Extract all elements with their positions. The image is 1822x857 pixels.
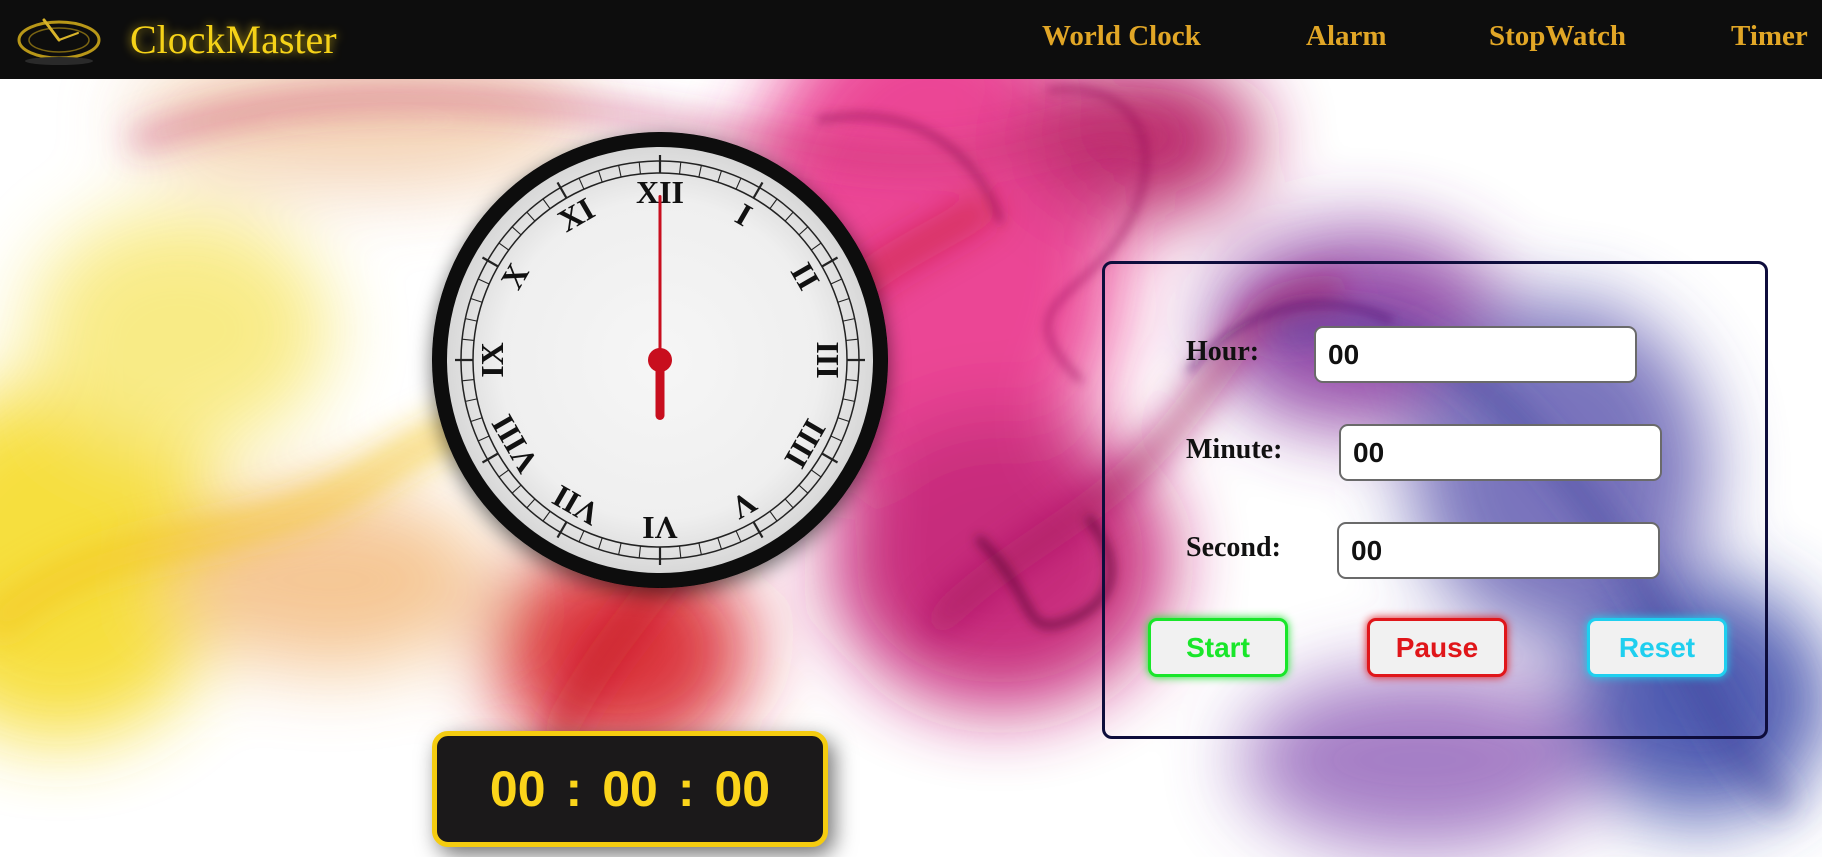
- display-minutes: 00: [602, 761, 658, 817]
- clock-numeral: IX: [474, 342, 510, 378]
- display-hours: 00: [489, 761, 546, 817]
- nav-alarm[interactable]: Alarm: [1306, 20, 1387, 53]
- nav-timer[interactable]: Timer: [1731, 20, 1808, 53]
- minute-label: Minute:: [1186, 434, 1283, 465]
- clock-numeral: VI: [642, 510, 678, 546]
- nav-stopwatch[interactable]: StopWatch: [1489, 20, 1626, 53]
- digital-time-display: 00 : 00 : 00: [432, 731, 828, 847]
- nav-world-clock[interactable]: World Clock: [1042, 20, 1201, 53]
- brand-title[interactable]: ClockMaster: [130, 16, 337, 63]
- timer-panel: Hour: Minute: Second: Start Pause Reset: [1102, 261, 1768, 739]
- display-separator: :: [565, 761, 583, 817]
- second-input[interactable]: [1337, 522, 1660, 579]
- hour-input[interactable]: [1314, 326, 1637, 383]
- top-navbar: ClockMaster World Clock Alarm StopWatch …: [0, 0, 1822, 79]
- display-seconds: 00: [714, 761, 771, 817]
- clock-center-pin: [648, 348, 672, 372]
- hour-label: Hour:: [1186, 336, 1260, 367]
- start-button[interactable]: Start: [1148, 618, 1288, 677]
- display-separator: :: [677, 761, 695, 817]
- minute-input[interactable]: [1339, 424, 1662, 481]
- analog-clock: XII I II III IIII V VI VII VIII IX X XI: [428, 128, 892, 592]
- reset-button[interactable]: Reset: [1587, 618, 1727, 677]
- second-label: Second:: [1186, 532, 1281, 563]
- pause-button[interactable]: Pause: [1367, 618, 1507, 677]
- clock-numeral: III: [810, 341, 846, 378]
- clock-logo-icon[interactable]: [14, 6, 104, 68]
